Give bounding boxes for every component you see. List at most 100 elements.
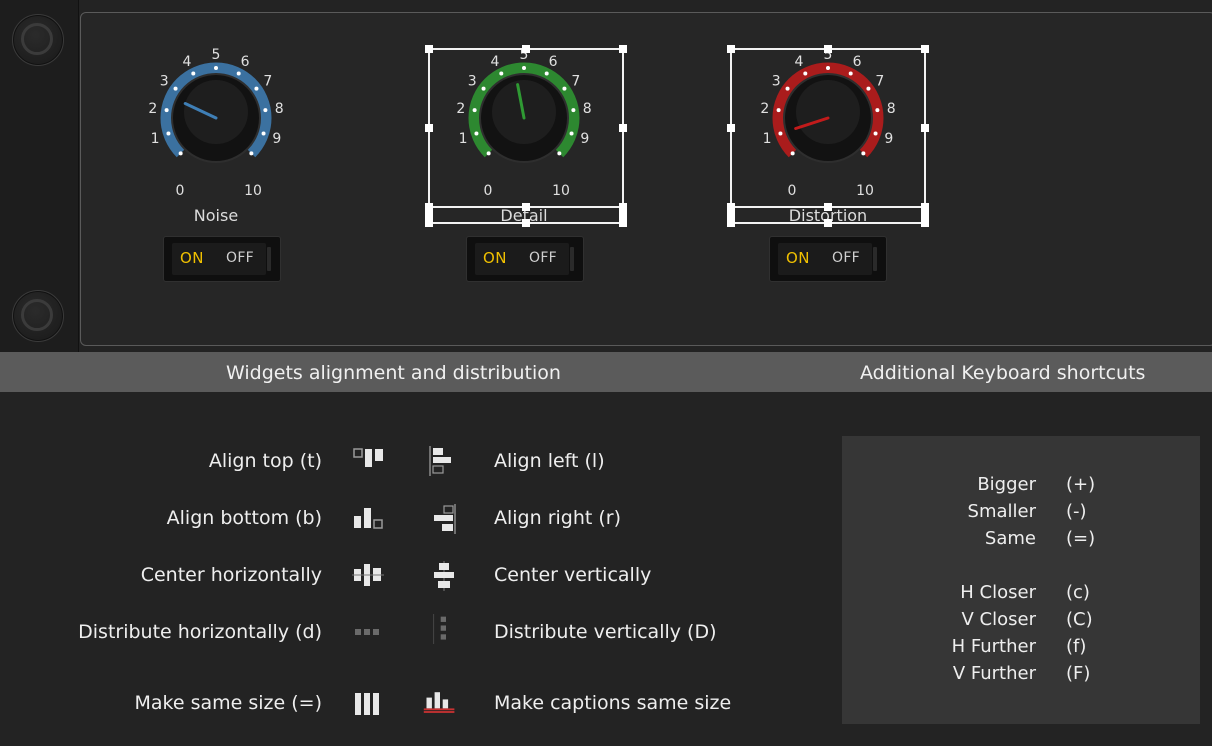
shortcuts-section-title: Additional Keyboard shortcuts (860, 362, 1146, 384)
selection-handle[interactable] (425, 124, 433, 132)
selection-handle[interactable] (522, 219, 530, 227)
selection-handle[interactable] (425, 211, 433, 219)
shortcut-label: H Closer (960, 582, 1036, 603)
center-vertically-icon[interactable] (428, 561, 464, 591)
knob-tick-dot (214, 66, 218, 70)
toggle-off-label: OFF (832, 250, 861, 266)
shortcut-label: Same (984, 528, 1036, 549)
shortcut-key: (-) (1066, 501, 1087, 522)
distribute-horizontally-label: Distribute horizontally (d) (78, 621, 322, 643)
knob-highlight (184, 80, 248, 144)
toggle-on-label: ON (483, 249, 508, 267)
shortcut-label: Bigger (977, 474, 1036, 495)
make-same-size-icon[interactable] (352, 690, 388, 720)
make-same-size-label: Make same size (=) (134, 692, 323, 714)
selection-handle[interactable] (727, 211, 735, 219)
distribute-vertically-label: Distribute vertically (D) (494, 621, 717, 643)
shortcut-label: Smaller (967, 501, 1036, 522)
distortion-knob-selection[interactable] (730, 48, 926, 208)
knob-tick-label: 0 (176, 183, 185, 199)
align-bottom-label: Align bottom (b) (166, 507, 322, 529)
selection-handle[interactable] (425, 45, 433, 53)
section-header: Widgets alignment and distribution Addit… (0, 352, 1212, 392)
align-left-label: Align left (l) (494, 450, 605, 472)
align-left-icon[interactable] (428, 446, 464, 476)
align-top-icon[interactable] (352, 446, 388, 476)
knob-tick-label: 2 (148, 101, 157, 117)
knob-tick-dot (249, 151, 254, 156)
selection-handle[interactable] (921, 124, 929, 132)
make-captions-same-size-icon[interactable] (422, 688, 458, 718)
knob-dial[interactable]: 0 1 234 5 678 9 10 (136, 40, 296, 200)
selection-handle[interactable] (619, 124, 627, 132)
selection-handle[interactable] (824, 203, 832, 211)
distortion-toggle-switch[interactable]: ON OFF (769, 236, 887, 282)
align-right-label: Align right (r) (494, 507, 622, 529)
selection-handle[interactable] (727, 124, 735, 132)
knob-tick-dot (178, 151, 183, 156)
align-bottom-icon[interactable] (352, 504, 388, 534)
selection-handle[interactable] (727, 203, 735, 211)
center-horizontally-label: Center horizontally (140, 564, 322, 586)
toggle-on-label: ON (180, 249, 205, 267)
align-right-icon[interactable] (428, 504, 464, 534)
knob-tick-dot (254, 86, 259, 91)
shortcut-label: V Closer (961, 609, 1036, 630)
knob-tick-dot (166, 131, 171, 136)
selection-handle[interactable] (824, 219, 832, 227)
selection-handle[interactable] (921, 219, 929, 227)
shortcut-key: (c) (1066, 582, 1090, 603)
toggle-lever (873, 247, 877, 271)
noise-toggle-switch[interactable]: ON OFF (163, 236, 281, 282)
selection-handle[interactable] (619, 203, 627, 211)
toggle-lever (570, 247, 574, 271)
toggle-lever (267, 247, 271, 271)
knob-tick-label: 1 (151, 131, 160, 147)
shortcut-key: (F) (1066, 663, 1091, 684)
selection-handle[interactable] (921, 211, 929, 219)
selection-handle[interactable] (619, 211, 627, 219)
selection-handle[interactable] (619, 219, 627, 227)
distribute-horizontally-icon[interactable] (352, 618, 388, 648)
selection-handle[interactable] (921, 203, 929, 211)
toggle-off-label: OFF (529, 250, 558, 266)
detail-toggle-switch[interactable]: ON OFF (466, 236, 584, 282)
knob-tick-dot (173, 86, 178, 91)
shortcut-key: (C) (1066, 609, 1093, 630)
selection-handle[interactable] (522, 45, 530, 53)
align-top-label: Align top (t) (208, 450, 322, 472)
knob-tick-label: 8 (275, 101, 284, 117)
detail-knob-selection[interactable] (428, 48, 624, 208)
knob-tick-label: 4 (182, 54, 191, 70)
selection-handle[interactable] (425, 219, 433, 227)
shortcut-key: (+) (1066, 474, 1096, 495)
noise-knob[interactable]: 0 1 2 3 4 5 6 7 8 9 10 (136, 40, 296, 200)
noise-knob-caption[interactable]: Noise (136, 206, 296, 225)
toggle-off-label: OFF (226, 250, 255, 266)
selection-handle[interactable] (425, 203, 433, 211)
knob-tick-dot (261, 131, 266, 136)
knob-tick-label: 5 (212, 47, 221, 63)
distribute-vertically-icon[interactable] (428, 614, 464, 644)
knob-tick-dot (236, 71, 241, 76)
selection-handle[interactable] (619, 45, 627, 53)
selection-handle[interactable] (921, 45, 929, 53)
knob-tick-dot (164, 108, 169, 113)
center-vertically-label: Center vertically (494, 564, 652, 586)
selection-handle[interactable] (824, 45, 832, 53)
rack-screw-icon (12, 290, 64, 342)
knob-tick-label: 7 (263, 73, 272, 89)
knob-tick-label: 6 (241, 54, 250, 70)
rack-screw-icon (12, 14, 64, 66)
knob-tick-label: 10 (244, 183, 262, 199)
make-captions-same-size-label: Make captions same size (494, 692, 732, 714)
selection-handle[interactable] (522, 203, 530, 211)
rack-rail (0, 0, 79, 352)
center-horizontally-icon[interactable] (352, 561, 388, 591)
alignment-section-title: Widgets alignment and distribution (226, 362, 561, 384)
selection-handle[interactable] (727, 45, 735, 53)
toggle-on-label: ON (786, 249, 811, 267)
knob-tick-dot (263, 108, 268, 113)
selection-handle[interactable] (727, 219, 735, 227)
knob-tick-dot (191, 71, 196, 76)
